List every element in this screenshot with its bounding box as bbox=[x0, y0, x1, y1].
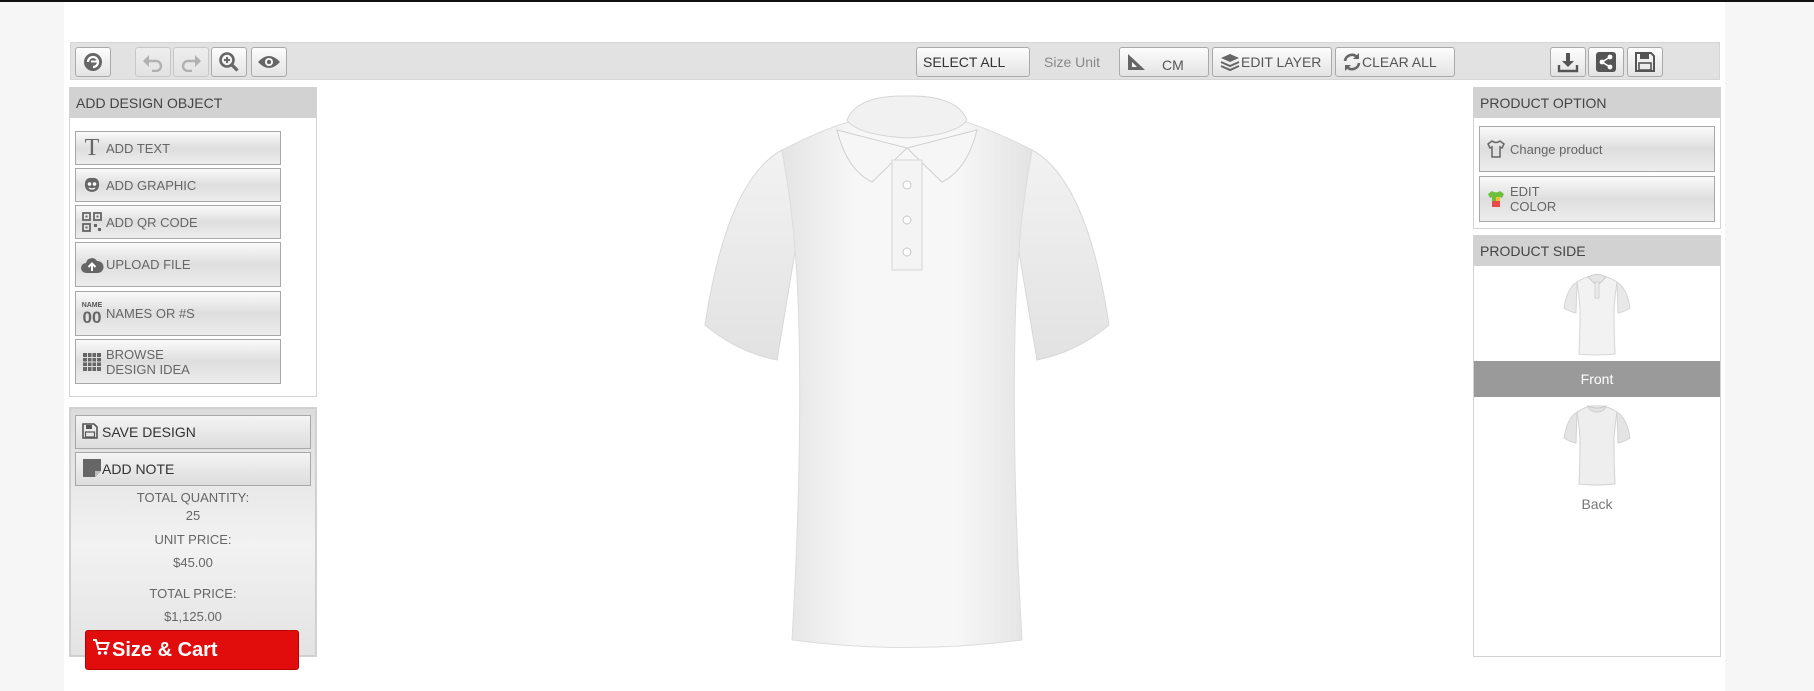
clear-all-button[interactable]: CLEAR ALL bbox=[1335, 47, 1455, 77]
product-side-title: PRODUCT SIDE bbox=[1474, 236, 1720, 266]
text-icon: T bbox=[84, 134, 100, 161]
save-design-label: SAVE DESIGN bbox=[102, 424, 196, 440]
size-unit-select[interactable]: CM bbox=[1119, 47, 1209, 77]
add-graphic-button[interactable]: ADD GRAPHIC bbox=[75, 168, 281, 202]
design-object-title: ADD DESIGN OBJECT bbox=[70, 88, 316, 118]
app-logo-button[interactable] bbox=[75, 47, 111, 77]
undo-button[interactable] bbox=[135, 47, 171, 77]
front-thumbnail bbox=[1474, 272, 1720, 356]
share-icon bbox=[1595, 51, 1617, 73]
ruler-triangle-icon bbox=[1126, 52, 1148, 72]
upload-file-button[interactable]: UPLOAD FILE bbox=[75, 242, 281, 287]
browse-design-idea-button[interactable]: BROWSE DESIGN IDEA bbox=[75, 339, 281, 384]
color-shirt-icon bbox=[1484, 189, 1508, 209]
unit-price-value: $45.00 bbox=[173, 555, 213, 570]
select-all-button[interactable]: SELECT ALL bbox=[916, 47, 1030, 77]
total-quantity-label: TOTAL QUANTITY: bbox=[136, 490, 250, 505]
save-button[interactable] bbox=[1627, 47, 1663, 77]
zoom-in-icon bbox=[218, 51, 240, 73]
main-toolbar: SELECT ALL Size Unit CM EDIT LAYER CLEAR… bbox=[70, 42, 1720, 80]
add-text-button[interactable]: T ADD TEXT bbox=[75, 131, 281, 165]
cart-icon bbox=[92, 638, 110, 662]
select-all-label: SELECT ALL bbox=[923, 54, 1006, 70]
unit-price-label: UNIT PRICE: bbox=[154, 532, 232, 547]
back-label: Back bbox=[1581, 496, 1613, 512]
product-option-title: PRODUCT OPTION bbox=[1474, 88, 1720, 118]
side-back[interactable]: Back bbox=[1474, 400, 1720, 520]
edit-color-label: EDIT COLOR bbox=[1510, 184, 1557, 214]
side-front[interactable]: Front bbox=[1474, 272, 1720, 398]
add-qr-code-label: ADD QR CODE bbox=[106, 214, 198, 230]
polo-shirt-front-image bbox=[704, 95, 1110, 648]
layers-icon bbox=[1219, 52, 1241, 72]
order-summary-panel: SAVE DESIGN ADD NOTE TOTAL QUANTITY: 25 … bbox=[69, 407, 317, 657]
names-numbers-label: NAMES OR #S bbox=[106, 306, 195, 321]
undo-icon bbox=[142, 52, 164, 72]
product-side-panel: PRODUCT SIDE Front Back bbox=[1473, 235, 1721, 657]
upload-file-label: UPLOAD FILE bbox=[106, 257, 191, 272]
share-button[interactable] bbox=[1588, 47, 1624, 77]
names-numbers-icon: NAME 00 bbox=[81, 301, 103, 327]
size-unit-label: Size Unit bbox=[1044, 54, 1101, 70]
add-graphic-label: ADD GRAPHIC bbox=[106, 177, 197, 193]
total-price-label: TOTAL PRICE: bbox=[149, 586, 237, 601]
add-qr-code-button[interactable]: ADD QR CODE bbox=[75, 205, 281, 239]
add-text-label: ADD TEXT bbox=[106, 140, 171, 156]
unit-value: CM bbox=[1162, 57, 1184, 73]
graphic-icon bbox=[80, 175, 104, 195]
qr-code-icon bbox=[80, 212, 104, 232]
clear-all-label: CLEAR ALL bbox=[1362, 54, 1437, 70]
product-canvas[interactable] bbox=[687, 90, 1127, 650]
cloud-upload-icon bbox=[80, 255, 104, 275]
redo-button[interactable] bbox=[173, 47, 209, 77]
add-note-label: ADD NOTE bbox=[102, 461, 175, 477]
download-icon bbox=[1557, 51, 1579, 73]
designer-page: SELECT ALL Size Unit CM EDIT LAYER CLEAR… bbox=[64, 2, 1725, 691]
save-design-button[interactable]: SAVE DESIGN bbox=[75, 415, 311, 449]
preview-button[interactable] bbox=[251, 47, 287, 77]
add-note-button[interactable]: ADD NOTE bbox=[75, 452, 311, 486]
download-button[interactable] bbox=[1550, 47, 1586, 77]
edit-layer-button[interactable]: EDIT LAYER bbox=[1212, 47, 1332, 77]
zoom-button[interactable] bbox=[211, 47, 247, 77]
product-option-panel: PRODUCT OPTION Change product EDIT COLOR bbox=[1473, 87, 1721, 229]
browse-design-idea-label: BROWSE DESIGN IDEA bbox=[106, 346, 190, 377]
edit-color-button[interactable]: EDIT COLOR bbox=[1479, 176, 1715, 222]
size-and-cart-label: Size & Cart bbox=[112, 638, 218, 661]
change-product-button[interactable]: Change product bbox=[1479, 126, 1715, 172]
grid-icon bbox=[80, 351, 104, 373]
designer-logo-icon bbox=[82, 51, 104, 73]
redo-icon bbox=[180, 52, 202, 72]
back-thumbnail bbox=[1474, 402, 1720, 486]
total-quantity-value: 25 bbox=[185, 508, 201, 523]
shirt-outline-icon bbox=[1484, 139, 1508, 159]
edit-layer-label: EDIT LAYER bbox=[1241, 54, 1322, 70]
front-label: Front bbox=[1474, 361, 1720, 397]
floppy-disk-icon bbox=[1634, 51, 1656, 73]
design-object-panel: ADD DESIGN OBJECT T ADD TEXT ADD GRAPHIC… bbox=[69, 87, 317, 397]
size-and-cart-button[interactable]: Size & Cart bbox=[85, 630, 299, 670]
refresh-icon bbox=[1342, 52, 1362, 72]
eye-icon bbox=[257, 54, 281, 70]
names-numbers-button[interactable]: NAME 00 NAMES OR #S bbox=[75, 291, 281, 336]
save-design-icon bbox=[82, 422, 98, 442]
total-price-value: $1,125.00 bbox=[164, 609, 222, 624]
note-icon bbox=[82, 458, 102, 481]
change-product-label: Change product bbox=[1510, 141, 1603, 157]
